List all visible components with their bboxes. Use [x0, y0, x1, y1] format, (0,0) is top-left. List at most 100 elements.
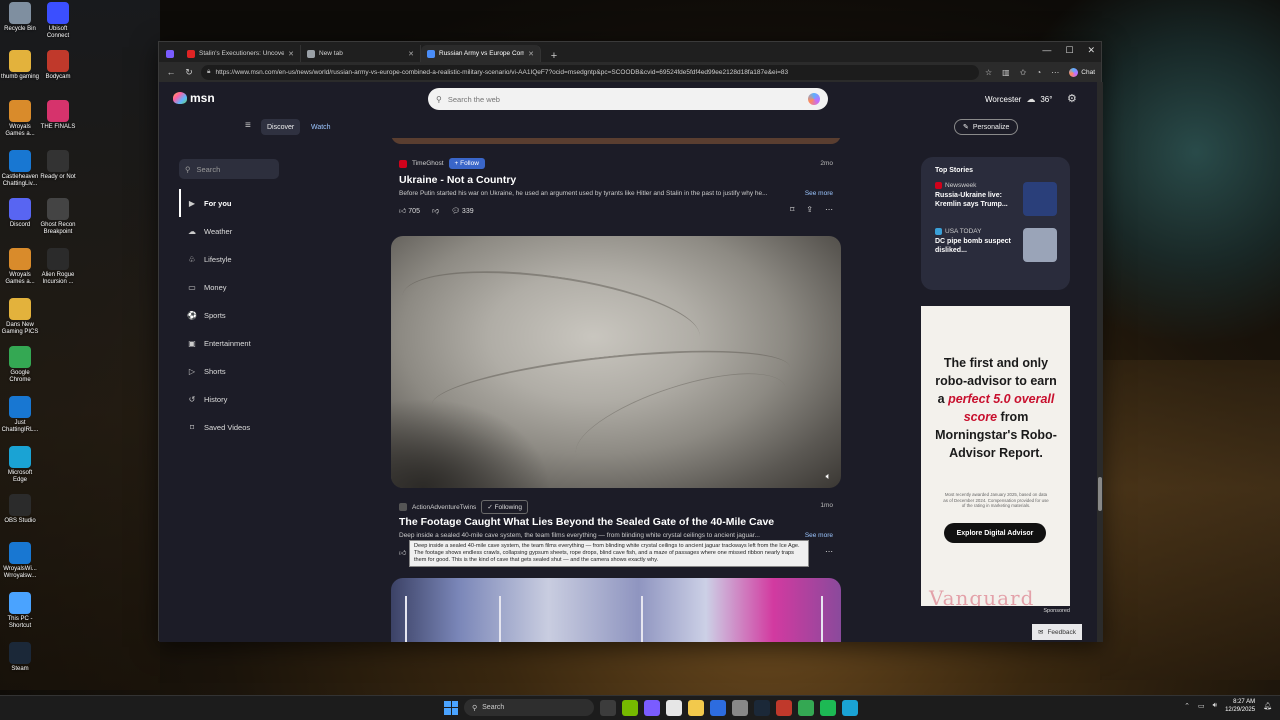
- sidebar-item-history[interactable]: ↺ History: [179, 385, 289, 413]
- web-search-input[interactable]: [447, 94, 802, 104]
- sidebar-item-saved-videos[interactable]: ⌑ Saved Videos: [179, 413, 289, 441]
- scrollbar-thumb[interactable]: [1098, 477, 1102, 511]
- desktop-icon[interactable]: WroyalsWi... Wrroyalsw...: [0, 542, 40, 580]
- desktop-icon[interactable]: thumb gaming: [0, 50, 40, 81]
- desktop-icon[interactable]: This PC - Shortcut: [0, 592, 40, 630]
- copilot-icon[interactable]: [644, 699, 660, 716]
- tab-new-tab[interactable]: New tab ✕: [301, 45, 421, 62]
- workspaces-icon[interactable]: [159, 45, 181, 62]
- nvidia-icon[interactable]: [622, 699, 638, 716]
- desktop-icon[interactable]: Bodycam: [38, 50, 78, 81]
- sidebar-item-entertainment[interactable]: ▣ Entertainment: [179, 329, 289, 357]
- feedback-button[interactable]: ✉ Feedback: [1032, 624, 1082, 640]
- web-search-bar[interactable]: ⚲: [428, 88, 828, 110]
- next-video-thumbnail[interactable]: [391, 578, 841, 642]
- tab-russian-army[interactable]: Russian Army vs Europe Comb ✕: [421, 45, 541, 62]
- vanguard-ad[interactable]: The first and only robo-advisor to earn …: [921, 306, 1070, 606]
- side-search-field[interactable]: ⚲ Search: [179, 159, 279, 179]
- desktop-icon[interactable]: Wroyals Games a...: [0, 100, 40, 138]
- card1-see-more[interactable]: See more: [805, 190, 833, 197]
- more-options-icon[interactable]: ⋯: [1051, 68, 1059, 77]
- spotify-icon[interactable]: [820, 699, 836, 716]
- start-windows-icon[interactable]: [444, 700, 458, 715]
- taskbar-search[interactable]: ⚲ Search: [464, 699, 594, 716]
- notepad-icon[interactable]: [666, 699, 682, 716]
- card2-source[interactable]: ActionAdventureTwins: [412, 504, 476, 511]
- minimize-icon[interactable]: —: [1042, 45, 1051, 56]
- card1-source[interactable]: TimeGhost: [412, 160, 444, 167]
- task-view-icon[interactable]: [600, 699, 616, 716]
- desktop-icon[interactable]: Ready or Not: [38, 150, 78, 181]
- more-icon[interactable]: ⋯: [825, 205, 833, 214]
- volume-icon[interactable]: 🔊︎: [1213, 702, 1217, 710]
- thumbs-up-icon[interactable]: 👍︎: [399, 548, 406, 557]
- close-window-icon[interactable]: ✕: [1087, 45, 1095, 56]
- profile-icon[interactable]: ◔: [1036, 68, 1041, 77]
- desktop-icon[interactable]: Ubisoft Connect: [38, 2, 78, 40]
- sidebar-item-sports[interactable]: ⚽ Sports: [179, 301, 289, 329]
- desktop-icon[interactable]: Alien Rogue Incursion ...: [38, 248, 78, 286]
- settings-icon[interactable]: [732, 699, 748, 716]
- card1-title[interactable]: Ukraine - Not a Country: [399, 174, 516, 186]
- desktop-icon[interactable]: Just ChattingIRL...: [0, 396, 40, 434]
- desktop-icon[interactable]: Castleheaven ChattingLiv...: [0, 150, 40, 188]
- close-tab-icon[interactable]: ✕: [408, 50, 414, 58]
- clock[interactable]: 8:27 AM 12/29/2025: [1225, 698, 1255, 714]
- desktop-icon[interactable]: Wroyals Games a...: [0, 248, 40, 286]
- desktop-icon[interactable]: Google Chrome: [0, 346, 40, 384]
- top-story-item[interactable]: USA TODAY DC pipe bomb suspect disliked..…: [935, 228, 1057, 274]
- app-icon[interactable]: [776, 699, 792, 716]
- url-field[interactable]: 🔒︎ https://www.msn.com/en-us/news/world/…: [201, 64, 979, 80]
- copilot-button[interactable]: Chat: [1069, 67, 1095, 77]
- desktop-icon[interactable]: THE FINALS: [38, 100, 78, 131]
- desktop-icon[interactable]: Dans New Gaming PICS: [0, 298, 40, 336]
- sidebar-item-for-you[interactable]: ▶ For you: [179, 189, 289, 217]
- card2-see-more[interactable]: See more: [805, 532, 833, 539]
- new-tab-button[interactable]: +: [545, 50, 563, 62]
- chrome-icon[interactable]: [798, 699, 814, 716]
- tab-discover[interactable]: Discover: [261, 119, 301, 135]
- steam-icon[interactable]: [754, 699, 770, 716]
- personalize-button[interactable]: ✎ Personalize: [954, 119, 1019, 135]
- desktop-icon[interactable]: Discord: [0, 198, 40, 229]
- top-story-item[interactable]: Newsweek Russia-Ukraine live: Kremlin say…: [935, 182, 1057, 228]
- desktop-icon[interactable]: Recycle Bin: [0, 2, 40, 33]
- close-tab-icon[interactable]: ✕: [528, 50, 534, 58]
- sidebar-item-shorts[interactable]: ▷ Shorts: [179, 357, 289, 385]
- tab-watch[interactable]: Watch: [305, 119, 337, 135]
- save-bookmark-icon[interactable]: ⌑: [790, 205, 794, 214]
- refresh-icon[interactable]: ↻: [183, 67, 195, 78]
- maximize-icon[interactable]: ☐: [1065, 45, 1073, 56]
- msn-logo[interactable]: msn: [173, 91, 215, 105]
- desktop-icon[interactable]: Ghost Recon Breakpoint: [38, 198, 78, 236]
- volume-icon[interactable]: 🔈︎: [826, 471, 831, 482]
- split-screen-icon[interactable]: ▥: [1002, 68, 1010, 77]
- following-button[interactable]: ✓ Following: [481, 500, 529, 514]
- page-scrollbar[interactable]: [1097, 82, 1103, 642]
- video-player[interactable]: 🔈︎: [391, 236, 841, 488]
- comments-button[interactable]: 💬︎ 339: [451, 207, 474, 215]
- close-tab-icon[interactable]: ✕: [288, 50, 294, 58]
- sidebar-item-lifestyle[interactable]: ♧ Lifestyle: [179, 245, 289, 273]
- sidebar-item-weather[interactable]: ☁ Weather: [179, 217, 289, 245]
- like-button[interactable]: 👍︎ 705: [399, 206, 420, 215]
- notifications-icon[interactable]: 🔔︎: [1263, 702, 1272, 710]
- hamburger-menu-icon[interactable]: ≡: [245, 120, 251, 131]
- chevron-up-icon[interactable]: ⌃: [1184, 702, 1190, 710]
- favorites-icon[interactable]: ✩: [1020, 68, 1027, 77]
- edge-icon[interactable]: [842, 699, 858, 716]
- share-icon[interactable]: ⇪: [806, 205, 813, 214]
- file-explorer-icon[interactable]: [688, 699, 704, 716]
- settings-gear-icon[interactable]: ⚙: [1067, 92, 1077, 105]
- follow-button[interactable]: + Follow: [448, 158, 485, 169]
- dislike-icon[interactable]: 👎︎: [432, 206, 439, 215]
- back-icon[interactable]: ←: [165, 67, 177, 77]
- explore-digital-advisor-button[interactable]: Explore Digital Advisor: [944, 523, 1046, 543]
- favorite-star-icon[interactable]: ☆: [985, 68, 992, 77]
- calendar-icon[interactable]: [710, 699, 726, 716]
- sidebar-item-money[interactable]: ▭ Money: [179, 273, 289, 301]
- desktop-icon[interactable]: Microsoft Edge: [0, 446, 40, 484]
- copilot-search-icon[interactable]: [808, 93, 820, 105]
- card2-title[interactable]: The Footage Caught What Lies Beyond the …: [399, 516, 774, 528]
- desktop-icon[interactable]: Steam: [0, 642, 40, 673]
